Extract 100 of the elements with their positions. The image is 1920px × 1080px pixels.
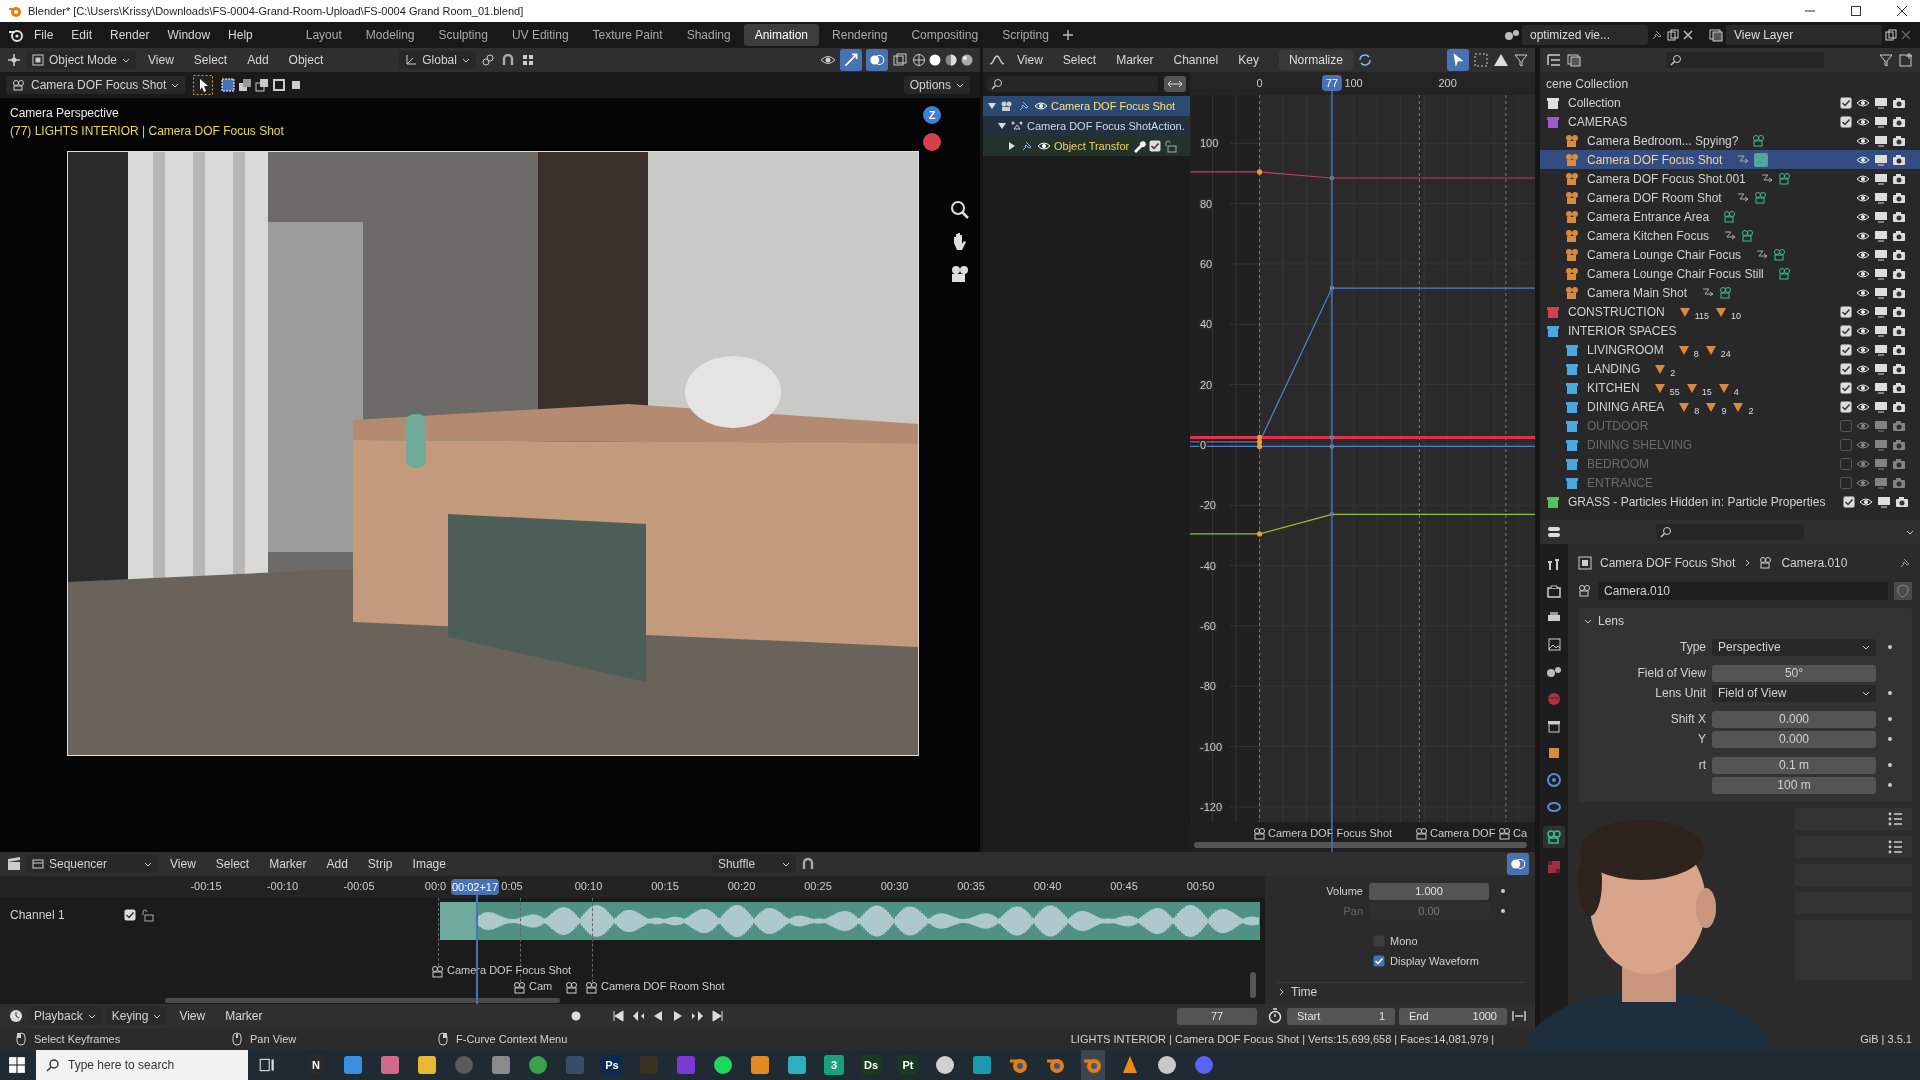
menu-item[interactable]: Playback [28,1007,102,1025]
workspace-tab[interactable]: Modeling [354,24,426,46]
app-icon[interactable]: Ps [602,1055,622,1075]
editor-dropdown[interactable]: Sequencer [26,855,158,873]
outliner-item[interactable]: CAMERAS [1540,112,1920,131]
dropdown[interactable]: Perspective [1712,638,1876,656]
menu-item[interactable]: Window [159,25,219,45]
outliner-item[interactable]: DINING AREA 8 9 2 [1540,397,1920,416]
orientation-dropdown[interactable]: Global [399,51,476,69]
time-label: 00:45 [1110,880,1138,892]
outliner-label: ENTRANCE [1587,475,1653,490]
y-tick-label: -60 [1200,619,1216,632]
workspace-tab[interactable]: Sculpting [427,24,499,46]
menu-item[interactable]: Select [185,50,236,70]
workspace-tab[interactable]: Rendering [821,24,899,46]
datablock-name-field[interactable]: Camera.010 [1598,582,1888,600]
outliner-item[interactable]: Camera Lounge Chair Focus Still [1540,264,1920,283]
menu-item[interactable]: Marker [1108,50,1162,70]
app-icon[interactable]: Pt [898,1055,918,1075]
mode-dropdown[interactable]: Object Mode [26,51,137,69]
outliner-item[interactable]: CONSTRUCTION 115 10 [1540,302,1920,321]
menu-item[interactable]: View [171,1006,214,1026]
menu-item[interactable]: View [1009,50,1051,70]
channel-row[interactable]: Camera DOF Focus Shot [983,96,1190,116]
menu-item[interactable]: Marker [261,854,315,874]
dropdown[interactable]: Field of View [1712,684,1876,702]
number-field[interactable]: 50° [1712,664,1876,682]
number-field[interactable]: 0.000 [1712,710,1876,728]
outliner-item[interactable]: INTERIOR SPACES [1540,321,1920,340]
menu-item[interactable]: Image [404,854,454,874]
outliner-label: Camera Entrance Area [1587,209,1710,224]
playhead-time[interactable]: 00:02+17 [451,879,499,895]
outliner-item[interactable]: Camera DOF Focus Shot [1540,150,1920,169]
outliner-label: DINING SHELVING [1587,437,1693,452]
workspace-tab[interactable]: Compositing [900,24,990,46]
menu-item[interactable]: Edit [63,25,101,45]
time-label: -00:05 [343,880,375,892]
outliner-item[interactable]: Camera Entrance Area [1540,207,1920,226]
menu-item[interactable]: Select [1054,50,1105,70]
menu-item[interactable]: Add [318,854,356,874]
menu-item[interactable]: Marker [217,1006,271,1026]
number-field[interactable]: 0.000 [1712,730,1876,748]
workspace-tab[interactable]: Shading [675,24,742,46]
workspace-tab[interactable]: Scripting [991,24,1060,46]
normalize-toggle[interactable]: Normalize [1278,50,1353,70]
outliner-item[interactable]: Camera Main Shot [1540,283,1920,302]
number-field[interactable]: 0.1 m [1712,756,1876,774]
outliner-label: Camera Main Shot [1587,285,1688,300]
outliner-item[interactable]: LIVINGROOM 8 24 [1540,340,1920,359]
channel-label: Object Transfor [1054,140,1130,152]
channel-row[interactable]: Object Transfor [983,136,1190,156]
menu-item[interactable]: File [26,25,62,45]
channel-name: Channel 1 [10,908,65,922]
outliner-item[interactable]: KITCHEN 55 15 4 [1540,378,1920,397]
menu-item[interactable]: View [140,50,182,70]
breadcrumb-item: Camera.010 [1781,556,1848,570]
scene-field[interactable]: optimized vie... [1522,25,1648,45]
outliner-item[interactable]: GRASS - Particles Hidden in: Particle Properties [1540,492,1920,511]
menu-item[interactable]: Keying [105,1007,168,1025]
breadcrumb-item: Camera DOF Focus Shot [1600,556,1736,570]
y-tick-label: -40 [1200,559,1216,572]
app-icon[interactable]: Ds [861,1055,881,1075]
menu-item[interactable]: View [162,854,204,874]
outliner-item[interactable]: Camera Bedroom... Spying? [1540,131,1920,150]
start-frame-field[interactable]: Start 1 [1287,1007,1395,1025]
outliner-item[interactable]: Collection [1540,93,1920,112]
outliner-item[interactable]: Camera Lounge Chair Focus [1540,245,1920,264]
taskbar-search-field[interactable]: Type here to search [36,1050,248,1080]
app-icon[interactable]: N [306,1055,326,1075]
outliner-item[interactable]: Camera DOF Focus Shot.001 [1540,169,1920,188]
menu-item[interactable]: Render [102,25,158,45]
outliner-item[interactable]: LANDING 2 [1540,359,1920,378]
menu-item[interactable]: Object [280,50,332,70]
options-dropdown[interactable]: Options [903,76,970,94]
view-layer-field[interactable]: View Layer [1726,25,1882,45]
menu-item[interactable]: Strip [359,854,401,874]
menu-item[interactable]: Select [207,854,258,874]
z-axis-handle[interactable]: Z [923,106,941,124]
number-field[interactable]: 100 m [1712,776,1876,794]
menu-item[interactable]: Add [239,50,277,70]
menu-item[interactable]: Key [1230,50,1267,70]
workspace-tab[interactable]: UV Editing [500,24,580,46]
menu-item[interactable]: Channel [1165,50,1227,70]
end-frame-field[interactable]: End 1000 [1399,1007,1507,1025]
panel-header[interactable]: Time [1277,982,1525,1001]
volume-field[interactable]: 1.000 [1369,882,1489,900]
menu-item[interactable]: Help [220,25,261,45]
workspace-tab[interactable]: Texture Paint [581,24,674,46]
collection-name[interactable]: cene Collection [1546,76,1629,91]
camera-dropdown[interactable]: Camera DOF Focus Shot [6,76,186,94]
object-info: (77) LIGHTS INTERIOR | Camera DOF Focus Shot [10,124,284,138]
outliner-item[interactable]: Camera DOF Room Shot [1540,188,1920,207]
panel-header[interactable]: Lens [1584,612,1906,630]
current-frame-field[interactable]: 77 [1177,1007,1257,1025]
outliner-item[interactable]: Camera Kitchen Focus [1540,226,1920,245]
workspace-tab[interactable]: Animation [743,24,820,46]
time-label: -00:10 [266,880,299,892]
channel-row[interactable]: Camera DOF Focus ShotAction. [983,116,1190,136]
workspace-tab[interactable]: Layout [294,24,353,46]
snap-dropdown[interactable]: Shuffle [711,855,796,873]
